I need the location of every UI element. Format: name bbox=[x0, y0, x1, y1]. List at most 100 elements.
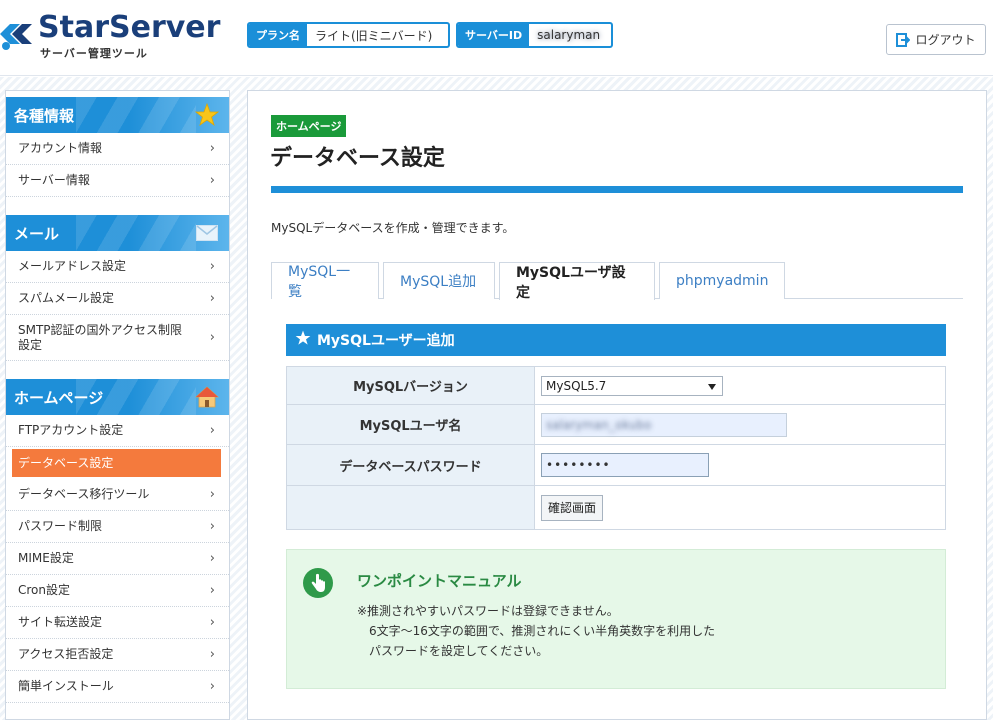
sidebar-item-smtp-restriction[interactable]: SMTP認証の国外アクセス制限設定 › bbox=[6, 315, 229, 361]
form-row-username: MySQLユーザ名 salaryman_okubo bbox=[286, 404, 946, 445]
sidebar-group-info-header: 各種情報 bbox=[6, 97, 229, 133]
tab-mysql-list[interactable]: MySQL一覧 bbox=[271, 262, 379, 300]
password-value: •••••••• bbox=[546, 458, 611, 472]
form-row-password: データベースパスワード •••••••• bbox=[286, 444, 946, 486]
chevron-right-icon: › bbox=[209, 291, 215, 306]
manual-line: パスワードを設定してください。 bbox=[369, 644, 549, 658]
confirm-button[interactable]: 確認画面 bbox=[541, 494, 604, 521]
mysql-version-select[interactable]: MySQL5.7 bbox=[541, 375, 723, 396]
chevron-right-icon: › bbox=[209, 679, 215, 694]
sidebar-item-server-info[interactable]: サーバー情報 › bbox=[6, 165, 229, 197]
sidebar-item-access-deny[interactable]: アクセス拒否設定 › bbox=[6, 639, 229, 671]
chevron-right-icon: › bbox=[209, 551, 215, 566]
plan-value: ライト(旧ミニバード) bbox=[315, 28, 433, 43]
server-id-value: salaryman bbox=[537, 28, 601, 42]
sidebar-item-password-restriction[interactable]: パスワード制限 › bbox=[6, 511, 229, 543]
sidebar-item-label: FTPアカウント設定 bbox=[18, 423, 124, 437]
database-password-input[interactable]: •••••••• bbox=[541, 453, 709, 477]
sidebar-item-label: アカウント情報 bbox=[18, 141, 103, 155]
plan-info: プラン名 ライト(旧ミニバード) bbox=[247, 22, 450, 48]
sidebar-item-ftp-account[interactable]: FTPアカウント設定 › bbox=[6, 415, 229, 447]
sidebar-item-site-redirect[interactable]: サイト転送設定 › bbox=[6, 607, 229, 639]
sidebar-item-mime[interactable]: MIME設定 › bbox=[6, 543, 229, 575]
sidebar-item-label: アクセス拒否設定 bbox=[18, 647, 114, 661]
sidebar-item-label: データベース設定 bbox=[18, 455, 114, 470]
sidebar-item-label: データベース移行ツール bbox=[18, 487, 150, 501]
form-row-submit: 確認画面 bbox=[286, 485, 946, 530]
sidebar-item-label: パスワード制限 bbox=[18, 519, 103, 533]
section-title: MySQLユーザー追加 bbox=[317, 333, 455, 349]
logo-subtitle: サーバー管理ツール bbox=[40, 47, 148, 60]
star-icon bbox=[295, 330, 311, 350]
sidebar-item-database-settings[interactable]: データベース設定 bbox=[12, 449, 221, 477]
tab-phpmyadmin[interactable]: phpmyadmin bbox=[659, 262, 785, 299]
logo-title: StarServer bbox=[38, 10, 221, 45]
chevron-right-icon: › bbox=[209, 487, 215, 502]
mysql-username-value: salaryman_okubo bbox=[546, 417, 652, 432]
dropdown-arrow-icon bbox=[708, 379, 716, 393]
sidebar-group-title: 各種情報 bbox=[14, 106, 75, 125]
logout-label: ログアウト bbox=[915, 33, 976, 47]
logo[interactable]: StarServer サーバー管理ツール bbox=[0, 8, 230, 60]
sidebar-item-database-migration[interactable]: データベース移行ツール › bbox=[6, 479, 229, 511]
title-divider bbox=[271, 186, 963, 193]
sidebar-item-account-info[interactable]: アカウント情報 › bbox=[6, 133, 229, 165]
sidebar: 各種情報 アカウント情報 › サーバー情報 › メール メールアドレス設定 › … bbox=[5, 90, 230, 720]
logout-button[interactable]: ログアウト bbox=[886, 24, 986, 55]
user-add-form: MySQLバージョン MySQL5.7 MySQLユーザ名 salaryman_… bbox=[286, 366, 946, 530]
home-icon bbox=[195, 385, 219, 409]
logo-mark-icon bbox=[0, 24, 32, 50]
sidebar-group-homepage-header: ホームページ bbox=[6, 379, 229, 415]
server-id-label: サーバーID bbox=[458, 24, 530, 46]
sidebar-item-label: サーバー情報 bbox=[18, 173, 90, 187]
sidebar-item-label: Cron設定 bbox=[18, 583, 70, 597]
sidebar-item-label: スパムメール設定 bbox=[18, 291, 115, 305]
page-description: MySQLデータベースを作成・管理できます。 bbox=[271, 221, 515, 235]
sidebar-item-cron[interactable]: Cron設定 › bbox=[6, 575, 229, 607]
chevron-right-icon: › bbox=[209, 173, 215, 188]
manual-line: 6文字～16文字の範囲で、推測されにくい半角英数字を利用した bbox=[369, 624, 716, 638]
mysql-version-value: MySQL5.7 bbox=[546, 378, 607, 393]
version-label: MySQLバージョン bbox=[286, 366, 535, 405]
chevron-right-icon: › bbox=[209, 423, 215, 438]
chevron-right-icon: › bbox=[209, 647, 215, 662]
sidebar-group-title: ホームページ bbox=[14, 388, 104, 407]
sidebar-item-easy-install[interactable]: 簡単インストール › bbox=[6, 671, 229, 703]
section-header: MySQLユーザー追加 bbox=[286, 324, 946, 356]
chevron-right-icon: › bbox=[209, 259, 215, 274]
logout-icon bbox=[896, 32, 911, 47]
sidebar-item-label: メールアドレス設定 bbox=[18, 259, 127, 273]
pointer-hand-icon bbox=[303, 568, 333, 598]
chevron-right-icon: › bbox=[209, 583, 215, 598]
page-title: データベース設定 bbox=[270, 146, 445, 171]
main-panel: ホームページ データベース設定 MySQLデータベースを作成・管理できます。 M… bbox=[247, 90, 987, 720]
sidebar-group-title: メール bbox=[14, 224, 60, 243]
chevron-right-icon: › bbox=[209, 330, 215, 345]
tab-mysql-user-settings[interactable]: MySQLユーザ設定 bbox=[499, 262, 655, 301]
sidebar-item-label: SMTP認証の国外アクセス制限設定 bbox=[18, 322, 182, 352]
tab-bar: MySQL一覧 MySQL追加 MySQLユーザ設定 phpmyadmin bbox=[271, 262, 963, 301]
category-badge: ホームページ bbox=[271, 115, 347, 137]
sidebar-item-mail-address[interactable]: メールアドレス設定 › bbox=[6, 251, 229, 283]
mail-icon bbox=[195, 221, 219, 245]
manual-box: ワンポイントマニュアル ※推測されやすいパスワードは登録できません。 6文字～1… bbox=[286, 549, 946, 689]
tab-mysql-add[interactable]: MySQL追加 bbox=[383, 262, 495, 299]
manual-line: ※推測されやすいパスワードは登録できません。 bbox=[357, 604, 619, 618]
sidebar-item-label: サイト転送設定 bbox=[18, 615, 103, 629]
mysql-username-input[interactable]: salaryman_okubo bbox=[541, 412, 787, 437]
manual-text: ※推測されやすいパスワードは登録できません。 6文字～16文字の範囲で、推測され… bbox=[357, 601, 715, 661]
sidebar-item-label: MIME設定 bbox=[18, 551, 74, 565]
password-label: データベースパスワード bbox=[286, 444, 535, 486]
form-row-version: MySQLバージョン MySQL5.7 bbox=[286, 366, 946, 405]
sidebar-item-spam-mail[interactable]: スパムメール設定 › bbox=[6, 283, 229, 315]
plan-label: プラン名 bbox=[249, 24, 307, 46]
sidebar-group-mail-header: メール bbox=[6, 215, 229, 251]
sidebar-item-label: 簡単インストール bbox=[18, 679, 114, 693]
chevron-right-icon: › bbox=[209, 519, 215, 534]
header: StarServer サーバー管理ツール プラン名 ライト(旧ミニバード) サー… bbox=[0, 0, 993, 76]
server-id-info: サーバーID salaryman bbox=[456, 22, 613, 48]
username-label: MySQLユーザ名 bbox=[286, 404, 535, 445]
chevron-right-icon: › bbox=[209, 615, 215, 630]
manual-title: ワンポイントマニュアル bbox=[357, 572, 522, 590]
star-icon bbox=[195, 103, 219, 127]
